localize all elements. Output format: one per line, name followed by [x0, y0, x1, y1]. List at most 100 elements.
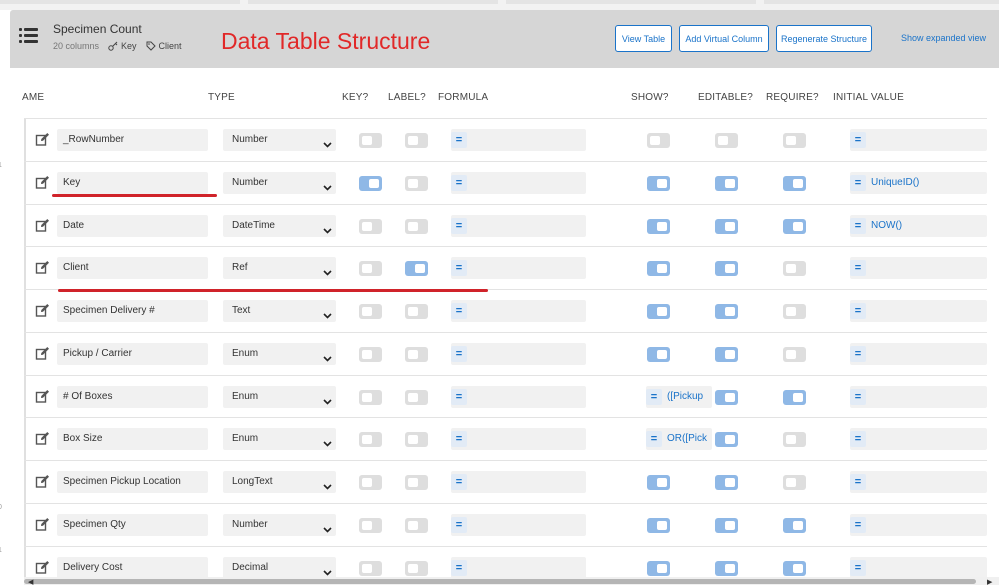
formula-field[interactable]: = — [451, 471, 586, 493]
edit-icon[interactable] — [35, 218, 50, 233]
show-toggle[interactable] — [647, 218, 670, 234]
key-toggle[interactable] — [359, 560, 382, 576]
editable-toggle[interactable] — [715, 432, 738, 448]
column-name-field[interactable]: _RowNumber — [57, 129, 208, 151]
show-toggle[interactable] — [647, 475, 670, 490]
edit-icon[interactable] — [35, 431, 50, 446]
column-type-select[interactable]: Decimal — [223, 556, 336, 579]
column-type-select[interactable]: Number — [223, 171, 336, 194]
formula-field[interactable]: = — [451, 300, 586, 322]
edit-icon[interactable] — [35, 346, 50, 361]
edit-icon[interactable] — [35, 303, 50, 318]
edit-icon[interactable] — [35, 517, 50, 532]
require-toggle[interactable] — [783, 389, 806, 405]
column-name-field[interactable]: Pickup / Carrier — [57, 342, 208, 365]
key-toggle[interactable] — [359, 475, 382, 490]
editable-toggle[interactable] — [715, 133, 738, 148]
editable-toggle[interactable] — [715, 560, 738, 576]
require-toggle[interactable] — [783, 560, 806, 576]
formula-field[interactable]: = — [451, 556, 586, 579]
formula-field[interactable]: = — [451, 385, 586, 408]
initial-value-field[interactable]: = — [850, 428, 987, 451]
key-toggle[interactable] — [359, 261, 382, 277]
key-toggle[interactable] — [359, 175, 382, 191]
formula-field[interactable]: = — [451, 257, 586, 280]
editable-toggle[interactable] — [715, 261, 738, 277]
require-toggle[interactable] — [783, 517, 806, 533]
column-type-select[interactable]: Enum — [223, 342, 336, 365]
show-toggle[interactable] — [647, 261, 670, 277]
initial-value-field[interactable]: = — [850, 513, 987, 536]
label-toggle[interactable] — [405, 218, 428, 234]
label-toggle[interactable] — [405, 133, 428, 148]
require-toggle[interactable] — [783, 346, 806, 362]
label-toggle[interactable] — [405, 346, 428, 362]
require-toggle[interactable] — [783, 133, 806, 148]
column-name-field[interactable]: Specimen Qty — [57, 513, 208, 536]
column-name-field[interactable]: Box Size — [57, 428, 208, 451]
key-toggle[interactable] — [359, 432, 382, 448]
require-toggle[interactable] — [783, 175, 806, 191]
formula-field[interactable]: = — [451, 214, 586, 237]
show-expanded-view-link[interactable]: Show expanded view — [901, 33, 986, 43]
column-type-select[interactable]: Number — [223, 513, 336, 536]
editable-toggle[interactable] — [715, 389, 738, 405]
editable-toggle[interactable] — [715, 175, 738, 191]
column-name-field[interactable]: # Of Boxes — [57, 385, 208, 408]
initial-value-field[interactable]: = — [850, 300, 987, 322]
show-toggle[interactable] — [647, 560, 670, 576]
show-formula-field[interactable]: = ([Pickup — [646, 385, 712, 408]
menu-icon[interactable] — [19, 27, 39, 45]
add-virtual-column-button[interactable]: Add Virtual Column — [679, 25, 769, 52]
column-name-field[interactable]: Specimen Delivery # — [57, 300, 208, 322]
initial-value-field[interactable]: = — [850, 342, 987, 365]
require-toggle[interactable] — [783, 261, 806, 277]
label-toggle[interactable] — [405, 517, 428, 533]
initial-value-field[interactable]: = — [850, 471, 987, 493]
column-type-select[interactable]: Ref — [223, 257, 336, 280]
initial-value-field[interactable]: = — [850, 129, 987, 151]
edit-icon[interactable] — [35, 560, 50, 575]
require-toggle[interactable] — [783, 304, 806, 319]
show-toggle[interactable] — [647, 175, 670, 191]
key-toggle[interactable] — [359, 218, 382, 234]
column-name-field[interactable]: Key — [57, 171, 208, 194]
formula-field[interactable]: = — [451, 428, 586, 451]
view-table-button[interactable]: View Table — [615, 25, 672, 52]
column-type-select[interactable]: LongText — [223, 471, 336, 493]
column-name-field[interactable]: Delivery Cost — [57, 556, 208, 579]
initial-value-field[interactable]: = NOW() — [850, 214, 987, 237]
key-toggle[interactable] — [359, 304, 382, 319]
label-toggle[interactable] — [405, 432, 428, 448]
scroll-left-arrow-icon[interactable]: ◀ — [28, 578, 33, 585]
require-toggle[interactable] — [783, 475, 806, 490]
column-type-select[interactable]: Enum — [223, 428, 336, 451]
require-toggle[interactable] — [783, 218, 806, 234]
show-toggle[interactable] — [647, 304, 670, 319]
editable-toggle[interactable] — [715, 304, 738, 319]
horizontal-scrollbar-thumb[interactable] — [24, 579, 976, 584]
edit-icon[interactable] — [35, 474, 50, 489]
label-toggle[interactable] — [405, 304, 428, 319]
editable-toggle[interactable] — [715, 218, 738, 234]
editable-toggle[interactable] — [715, 346, 738, 362]
label-toggle[interactable] — [405, 175, 428, 191]
initial-value-field[interactable]: = — [850, 257, 987, 280]
formula-field[interactable]: = — [451, 129, 586, 151]
label-toggle[interactable] — [405, 560, 428, 576]
column-type-select[interactable]: Text — [223, 300, 336, 322]
editable-toggle[interactable] — [715, 517, 738, 533]
edit-icon[interactable] — [35, 175, 50, 190]
edit-icon[interactable] — [35, 132, 50, 147]
formula-field[interactable]: = — [451, 342, 586, 365]
column-type-select[interactable]: Enum — [223, 385, 336, 408]
formula-field[interactable]: = — [451, 513, 586, 536]
label-toggle[interactable] — [405, 475, 428, 490]
scroll-right-arrow-icon[interactable]: ▶ — [987, 578, 992, 585]
regenerate-structure-button[interactable]: Regenerate Structure — [776, 25, 872, 52]
column-name-field[interactable]: Date — [57, 214, 208, 237]
require-toggle[interactable] — [783, 432, 806, 448]
formula-field[interactable]: = — [451, 171, 586, 194]
edit-icon[interactable] — [35, 260, 50, 275]
column-type-select[interactable]: DateTime — [223, 214, 336, 237]
